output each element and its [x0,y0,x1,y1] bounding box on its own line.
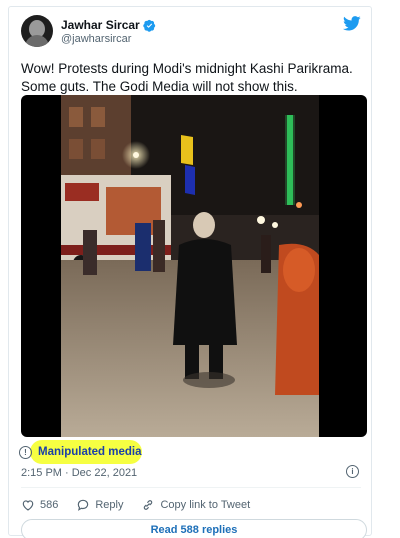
action-bar: 586 Reply Copy link to Tweet [21,494,268,516]
copy-link-label: Copy link to Tweet [160,499,251,511]
avatar[interactable] [21,15,53,47]
tweet-text: Wow! Protests during Modi's midnight Kas… [21,61,353,94]
manipulated-media-label[interactable]: Manipulated media [38,446,142,458]
heart-icon [22,500,34,511]
info-icon: ! [19,445,32,459]
verified-badge-icon [142,19,155,32]
tweet-timestamp[interactable]: 2:15 PM · Dec 22, 2021 [21,467,137,479]
like-count: 586 [40,499,59,511]
reply-button[interactable]: Reply [76,498,123,512]
author-name-text[interactable]: Jawhar Sircar [61,18,140,32]
tweet-info-icon[interactable]: i [346,465,359,478]
divider [21,487,361,488]
speech-bubble-icon [78,499,89,511]
copy-link-button[interactable]: Copy link to Tweet [141,498,250,512]
avatar-body [25,35,49,47]
author-name[interactable]: Jawhar Sircar [61,18,156,32]
author-handle[interactable]: @jawharsircar [61,33,131,45]
like-button[interactable]: 586 [21,498,58,512]
manipulated-media-notice[interactable]: ! Manipulated media [19,442,142,462]
tweet-card: Jawhar Sircar @jawharsircar Wow! Protest… [8,6,372,538]
video-player[interactable] [21,95,367,437]
reply-label: Reply [95,499,124,511]
twitter-bird-icon[interactable] [343,16,361,31]
video-frame [61,95,319,437]
link-icon [144,500,153,510]
read-replies-button[interactable]: Read 588 replies [21,519,367,538]
